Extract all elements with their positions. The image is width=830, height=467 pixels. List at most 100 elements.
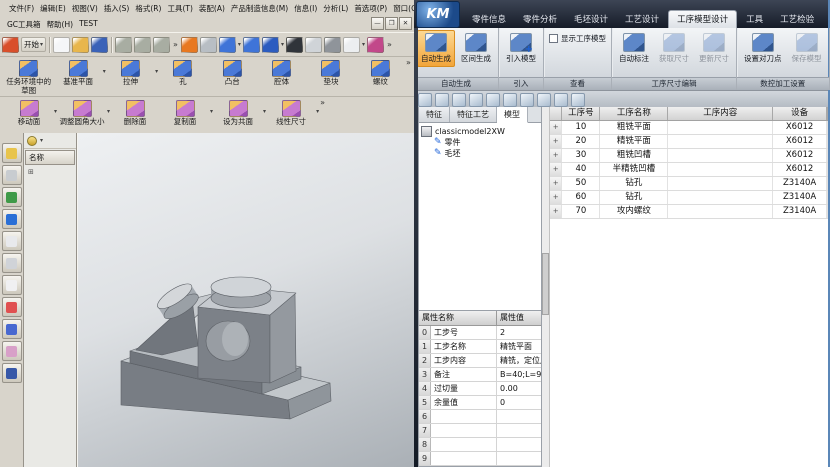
row-expander-icon[interactable]: + [550, 163, 562, 176]
constraint-navigator-icon[interactable] [2, 165, 22, 185]
restore-button[interactable]: ❐ [385, 17, 398, 30]
overflow-icon[interactable]: » [405, 58, 412, 67]
vertical-scrollbar[interactable] [542, 107, 550, 467]
feature-button[interactable]: 孔 [158, 58, 207, 87]
row-expander-icon[interactable]: + [550, 205, 562, 218]
tab-毛坯设计[interactable]: 毛坯设计 [566, 11, 616, 28]
scrollbar-thumb[interactable] [542, 253, 549, 315]
property-value-cell[interactable]: 精铣平面 [497, 340, 541, 353]
overflow-icon[interactable]: » [386, 40, 393, 49]
menu-item[interactable]: GC工具箱 [4, 19, 44, 30]
roles-icon[interactable] [2, 341, 22, 361]
tab-工序模型设计[interactable]: 工序模型设计 [668, 10, 737, 28]
chevron-down-icon[interactable]: ▾ [316, 108, 319, 115]
tab-零件信息[interactable]: 零件信息 [464, 11, 514, 28]
panel-tab-特征[interactable]: 特征 [419, 107, 450, 122]
tree-node-毛坯[interactable]: ✎毛坯 [434, 148, 539, 159]
settings-icon[interactable] [554, 93, 568, 107]
tab-工艺设计[interactable]: 工艺设计 [617, 11, 667, 28]
property-name-header[interactable]: 属性名称 [419, 311, 497, 325]
refresh-icon[interactable] [520, 93, 534, 107]
property-value-header[interactable]: 属性值 [497, 311, 541, 325]
csys-toggle-icon[interactable] [181, 37, 198, 53]
column-header-工序名称[interactable]: 工序名称 [600, 107, 668, 120]
menu-item[interactable]: 格式(R) [132, 3, 164, 14]
feature-button[interactable]: 任务环境中的草图 [4, 58, 53, 95]
assembly-navigator-icon[interactable] [2, 143, 22, 163]
row-expander-icon[interactable]: + [550, 135, 562, 148]
cad-3d-viewport[interactable] [77, 133, 414, 467]
property-value-cell[interactable]: 0.00 [497, 382, 541, 395]
menu-item[interactable]: 视图(V) [69, 3, 101, 14]
table-icon[interactable] [418, 93, 432, 107]
feature-button[interactable]: 拉伸 [106, 58, 155, 87]
copy-icon[interactable] [469, 93, 483, 107]
row-expander-icon[interactable]: + [550, 191, 562, 204]
menu-item[interactable]: TEST [76, 19, 101, 30]
column-header-设备[interactable]: 设备 [773, 107, 827, 120]
tree-icon[interactable] [503, 93, 517, 107]
tree-root-node[interactable]: classicmodel2XW [421, 126, 539, 137]
tab-输出[interactable]: 输出 [823, 11, 830, 28]
start-button[interactable]: 开始▾ [21, 37, 46, 52]
property-value-cell[interactable]: 2 [497, 326, 541, 339]
pencil-icon[interactable] [27, 136, 37, 146]
ribbon-button-引入模型[interactable]: +引入模型 [502, 30, 540, 67]
chevron-down-icon[interactable]: ▾ [238, 41, 241, 48]
table-row[interactable]: +60钻孔Z3140A [550, 191, 828, 205]
table-row[interactable]: +50钻孔Z3140A [550, 177, 828, 191]
save-icon[interactable] [452, 93, 466, 107]
materials-icon[interactable] [2, 363, 22, 383]
show-model-checkbox-row[interactable]: 显示工序模型 [547, 30, 608, 47]
row-expander-icon[interactable]: + [550, 149, 562, 162]
visualization-icon[interactable] [2, 297, 22, 317]
tab-零件分析[interactable]: 零件分析 [515, 11, 565, 28]
ribbon-button-自动生成[interactable]: 自动生成 [417, 30, 455, 67]
ribbon-button-设置对刀点[interactable]: 设置对刀点 [740, 30, 786, 67]
chevron-down-icon[interactable]: ▾ [362, 41, 365, 48]
panel-tab-特征工艺[interactable]: 特征工艺 [450, 107, 497, 122]
tab-工艺检验[interactable]: 工艺检验 [772, 11, 822, 28]
menu-item[interactable]: 插入(S) [101, 3, 133, 14]
rotate-view-icon[interactable] [305, 37, 322, 53]
column-header-工序号[interactable]: 工序号 [562, 107, 600, 120]
face-button[interactable]: 设为共面 [213, 98, 263, 127]
history-icon[interactable] [2, 253, 22, 273]
close-button[interactable]: ✕ [399, 17, 412, 30]
face-button[interactable]: 调整圆角大小 [57, 98, 107, 127]
menu-item[interactable]: 窗口(O) [390, 3, 414, 14]
open-file-icon[interactable] [72, 37, 89, 53]
menu-item[interactable]: 装配(A) [196, 3, 228, 14]
face-button[interactable]: 复制面 [160, 98, 210, 127]
ribbon-button-自动标注[interactable]: 自动标注 [615, 30, 653, 67]
property-value-cell[interactable]: B=40;L=90;N= [497, 368, 541, 381]
navigator-name-header[interactable]: 名称 [25, 150, 75, 165]
feature-button[interactable]: 腔体 [257, 58, 306, 87]
role-flag-icon[interactable] [367, 37, 384, 53]
table-row[interactable]: +10粗铣平面X6012 [550, 121, 828, 135]
tab-工具[interactable]: 工具 [738, 11, 771, 28]
table-row[interactable]: +20精铣平面X6012 [550, 135, 828, 149]
part-navigator-icon[interactable] [2, 187, 22, 207]
face-button[interactable]: 线性尺寸 [266, 98, 316, 127]
palette-icon[interactable] [2, 275, 22, 295]
property-value-cell[interactable] [497, 438, 541, 451]
shaded-view-icon[interactable] [286, 37, 303, 53]
new-file-icon[interactable] [53, 37, 70, 53]
unite-cube-icon[interactable] [243, 37, 260, 53]
column-header-工艺装备[interactable]: 工艺装备 [827, 107, 828, 120]
feature-button[interactable]: 基准平面 [53, 58, 102, 87]
feature-button[interactable]: 垫块 [306, 58, 355, 87]
menu-item[interactable]: 文件(F) [6, 3, 37, 14]
navigator-expander[interactable]: ⊞ [24, 166, 76, 176]
copy-icon[interactable] [134, 37, 151, 53]
link-icon[interactable] [537, 93, 551, 107]
checkbox-icon[interactable] [549, 34, 558, 43]
extrude-cube-icon[interactable] [219, 37, 236, 53]
cut-icon[interactable] [115, 37, 132, 53]
overflow-icon[interactable]: » [172, 40, 179, 49]
table-row[interactable]: +30粗铣凹槽X6012 [550, 149, 828, 163]
feature-button[interactable]: 凸台 [208, 58, 257, 87]
internet-icon[interactable] [2, 209, 22, 229]
reuse-library-icon[interactable] [2, 231, 22, 251]
